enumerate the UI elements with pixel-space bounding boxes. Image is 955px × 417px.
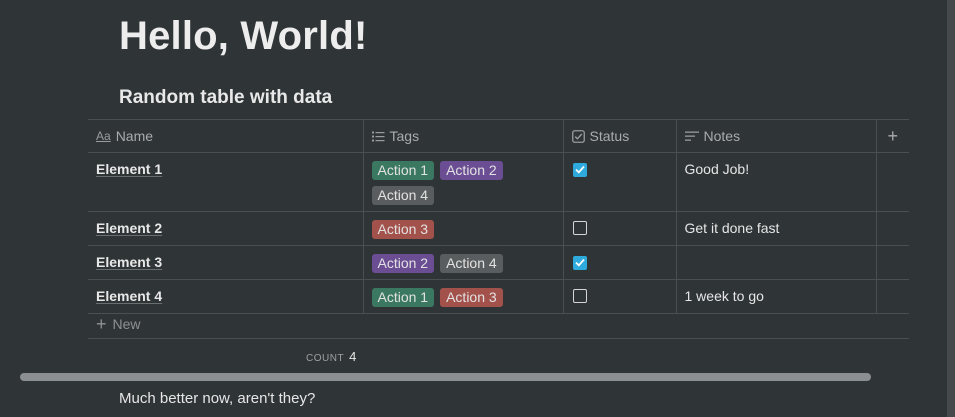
text-aa-icon: Aa	[96, 129, 111, 143]
count-value: 4	[349, 349, 357, 364]
vertical-scrollbar[interactable]	[947, 0, 955, 417]
status-cell[interactable]	[563, 152, 677, 212]
notes-cell[interactable]: Get it done fast	[676, 211, 877, 246]
row-name[interactable]: Element 3	[96, 254, 162, 270]
status-checkbox[interactable]	[572, 162, 587, 177]
notes-cell[interactable]	[676, 245, 877, 280]
database-table: Aa Name Tags Status Notes + Element 1 Ac…	[88, 119, 909, 314]
paragraph-text[interactable]: Much better now, aren't they?	[119, 390, 315, 407]
column-header-label: Status	[589, 128, 630, 144]
horizontal-scrollbar[interactable]	[20, 373, 871, 381]
new-row-label: New	[112, 315, 141, 332]
count-summary[interactable]: COUNT 4	[306, 349, 356, 364]
tags-cell[interactable]: Action 3	[363, 211, 564, 246]
tag: Action 4	[440, 254, 503, 273]
plus-icon: +	[887, 125, 898, 146]
status-cell[interactable]	[563, 245, 677, 280]
column-header-label: Name	[115, 128, 154, 144]
status-checkbox[interactable]	[572, 289, 587, 303]
page-title: Hello, World!	[119, 14, 368, 58]
column-header-name[interactable]: Aa Name	[88, 119, 364, 153]
scrollbar-thumb[interactable]	[20, 373, 871, 381]
database-title[interactable]: Random table with data	[119, 87, 332, 109]
plus-icon: +	[96, 313, 107, 334]
tags-cell[interactable]: Action 1 Action 2 Action 4	[363, 152, 564, 212]
status-cell[interactable]	[563, 211, 677, 246]
name-cell[interactable]: Element 2	[88, 211, 364, 246]
name-cell[interactable]: Element 3	[88, 245, 364, 280]
column-header-status[interactable]: Status	[563, 119, 677, 153]
tags-cell[interactable]: Action 2 Action 4	[363, 245, 564, 280]
table-header-row: Aa Name Tags Status Notes +	[88, 119, 909, 153]
empty-cell	[876, 245, 909, 280]
table-row[interactable]: Element 3 Action 2 Action 4	[88, 245, 909, 280]
notes-cell[interactable]: Good Job!	[676, 152, 877, 212]
name-cell[interactable]: Element 1	[88, 152, 364, 212]
column-header-label: Notes	[703, 128, 741, 144]
tag: Action 2	[371, 254, 435, 273]
status-checkbox[interactable]	[572, 221, 587, 235]
tag: Action 4	[371, 186, 435, 205]
column-header-label: Tags	[389, 128, 420, 144]
list-icon	[371, 131, 385, 142]
text-lines-icon	[684, 131, 699, 142]
tag: Action 1	[371, 161, 435, 180]
tag: Action 2	[440, 161, 503, 180]
count-label: COUNT	[306, 353, 345, 364]
add-column-button[interactable]: +	[876, 119, 909, 153]
empty-cell	[876, 152, 909, 212]
table-row[interactable]: Element 2 Action 3 Get it done fast	[88, 211, 909, 246]
column-header-tags[interactable]: Tags	[363, 119, 564, 153]
table-row[interactable]: Element 1 Action 1 Action 2 Action 4 Goo…	[88, 152, 909, 212]
new-row-button[interactable]: + New	[88, 309, 909, 339]
row-name[interactable]: Element 1	[96, 161, 162, 177]
column-header-notes[interactable]: Notes	[676, 119, 877, 153]
tag: Action 1	[371, 288, 435, 307]
tag: Action 3	[440, 288, 503, 307]
row-name[interactable]: Element 4	[96, 288, 162, 304]
empty-cell	[876, 211, 909, 246]
tag: Action 3	[371, 220, 435, 239]
checkbox-icon	[571, 129, 585, 143]
row-name[interactable]: Element 2	[96, 220, 162, 236]
status-checkbox[interactable]	[572, 255, 587, 270]
